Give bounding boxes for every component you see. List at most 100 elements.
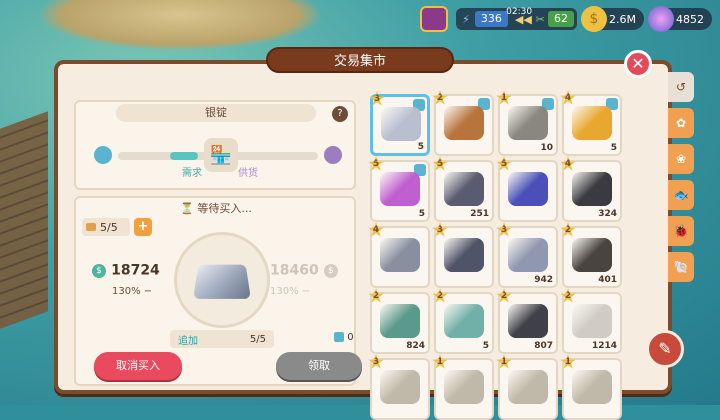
item-slot[interactable]: 35 (369, 91, 430, 156)
slot-counter: 5/5 (82, 218, 130, 236)
item-slot[interactable]: 2 401 (560, 222, 622, 288)
resource-icon (380, 370, 420, 404)
dollar-icon: $ (92, 263, 106, 278)
item-quantity: 5 (418, 209, 425, 219)
history-icon[interactable]: ↺ (668, 72, 694, 102)
sell-price: 18460 $ 130% − (270, 260, 338, 298)
item-slot[interactable]: 5 (496, 156, 558, 222)
cube-counter: 0 (334, 332, 354, 343)
item-slot[interactable]: 25 (432, 288, 494, 354)
add-slot-button[interactable]: + (134, 218, 152, 236)
gems-counter[interactable]: 4852 (648, 6, 712, 32)
help-icon[interactable]: ? (332, 106, 348, 122)
add-quantity-bar[interactable]: 追加 5/5 (170, 330, 274, 348)
item-slot[interactable]: 1 (496, 354, 558, 420)
star-rank-badge: 2 (560, 222, 576, 237)
item-quantity: 324 (598, 209, 617, 219)
item-slot[interactable]: 2 824 (368, 288, 430, 354)
add-label: 追加 (178, 335, 198, 347)
dollar-icon: $ (323, 263, 338, 278)
close-button[interactable]: ✕ (624, 50, 652, 78)
shell-icon[interactable]: 🐚 (668, 252, 694, 282)
star-rank-badge: 4 (560, 156, 576, 171)
order-panel: ⏳ 等待买入... 5/5 + $ 18724 130% − 18460 $ 1… (74, 196, 362, 386)
demand-fill (170, 152, 198, 160)
item-slot[interactable]: 1 10 (496, 90, 558, 156)
add-value: 5/5 (249, 333, 266, 345)
item-slot[interactable]: 5 251 (432, 156, 494, 222)
cube-icon (334, 332, 344, 342)
item-slot[interactable]: 1 (560, 354, 622, 420)
star-rank-badge: 1 (496, 354, 512, 369)
star-rank-badge: 5 (496, 156, 512, 171)
lightning-icon: ⚡ (462, 12, 470, 26)
item-name: 银锭 (116, 104, 316, 122)
star-rank-badge: 2 (496, 288, 512, 303)
item-quantity: 5 (482, 341, 489, 351)
star-rank-badge: 1 (560, 354, 576, 369)
item-quantity: 251 (470, 209, 489, 219)
profile-button[interactable] (420, 6, 449, 32)
sell-price-value: 18460 (270, 262, 319, 279)
star-rank-badge: 5 (432, 156, 448, 171)
tools-icon: ✂ (535, 12, 546, 26)
supply-cart-icon (324, 146, 342, 164)
item-slot[interactable]: 55 (368, 156, 430, 222)
collect-button[interactable]: 领取 (276, 352, 362, 380)
resource-icon (508, 238, 548, 272)
resource-icon (572, 370, 612, 404)
resource-icon (508, 172, 548, 206)
item-slot[interactable]: 4 (368, 222, 430, 288)
coins-value: 2.6M (609, 12, 636, 26)
market-title: 交易集市 (266, 47, 454, 73)
demand-label: 需求 (182, 168, 202, 179)
resource-icon (572, 304, 612, 338)
star-rank-badge: 3 (496, 222, 512, 237)
energy-panel[interactable]: ⚡ 336 02:30 ◀◀ ✂ 62 (456, 7, 578, 30)
item-slot[interactable]: 4 324 (560, 156, 622, 222)
coin-icon: $ (581, 6, 608, 32)
sell-percent: 130% − (270, 286, 311, 297)
bug-icon[interactable]: 🐞 (668, 216, 694, 246)
star-rank-badge: 1 (496, 90, 512, 105)
item-slot[interactable]: 3 (432, 222, 494, 288)
flower-icon[interactable]: ❀ (668, 144, 694, 174)
gem-icon (648, 6, 674, 32)
star-rank-badge: 4 (560, 90, 576, 105)
item-quantity: 942 (534, 275, 553, 285)
item-slot[interactable]: 3 942 (496, 222, 558, 288)
item-slot[interactable]: 3 (368, 354, 430, 420)
item-slot[interactable]: 2 1214 (560, 288, 622, 354)
top-hud: ⚡ 336 02:30 ◀◀ ✂ 62 $ 2.6M 4852 (420, 6, 712, 32)
cancel-buy-button[interactable]: 取消买入 (94, 352, 182, 380)
slot-count-value: 5/5 (100, 220, 118, 234)
left-page: 银锭 ? 🏪 需求 供货 ⏳ 等待买入... 5/5 + $ 18724 130… (66, 72, 362, 390)
star-rank-badge: 2 (432, 288, 448, 303)
coins-counter[interactable]: $ 2.6M (581, 6, 644, 32)
star-rank-badge: 3 (369, 91, 385, 106)
market-stall-icon: 🏪 (204, 138, 238, 172)
category-tabs: ↺ ✿ ❀ 🐟 🐞 🐚 (668, 72, 694, 288)
dock-background (0, 111, 48, 329)
resource-icon (444, 370, 484, 404)
resource-icon (444, 304, 484, 338)
lotus-icon[interactable]: ✿ (668, 108, 694, 138)
star-rank-badge: 4 (368, 222, 384, 237)
star-rank-badge: 2 (432, 90, 448, 105)
ticket-icon (86, 223, 96, 231)
wrench-button[interactable]: ✎ (646, 330, 684, 368)
item-quantity: 824 (406, 341, 425, 351)
market-window: 银锭 ? 🏪 需求 供货 ⏳ 等待买入... 5/5 + $ 18724 130… (54, 60, 694, 420)
item-slot[interactable]: 2 807 (496, 288, 558, 354)
fish-icon[interactable]: 🐟 (668, 180, 694, 210)
resource-icon (380, 238, 420, 272)
resource-icon (508, 370, 548, 404)
item-preview (174, 232, 270, 328)
item-slot[interactable]: 45 (560, 90, 622, 156)
item-grid: 3 5 2 1 10 4 5 5 5 5 251 5 4 324 4 3 3 942 2 401 2 824 2 5 2 807 2… (368, 90, 622, 420)
item-slot[interactable]: 2 (432, 90, 494, 156)
item-slot[interactable]: 1 (432, 354, 494, 420)
gems-value: 4852 (676, 12, 704, 26)
item-info-panel: 银锭 ? 🏪 需求 供货 (74, 100, 356, 190)
silver-ingot-icon (193, 264, 251, 299)
